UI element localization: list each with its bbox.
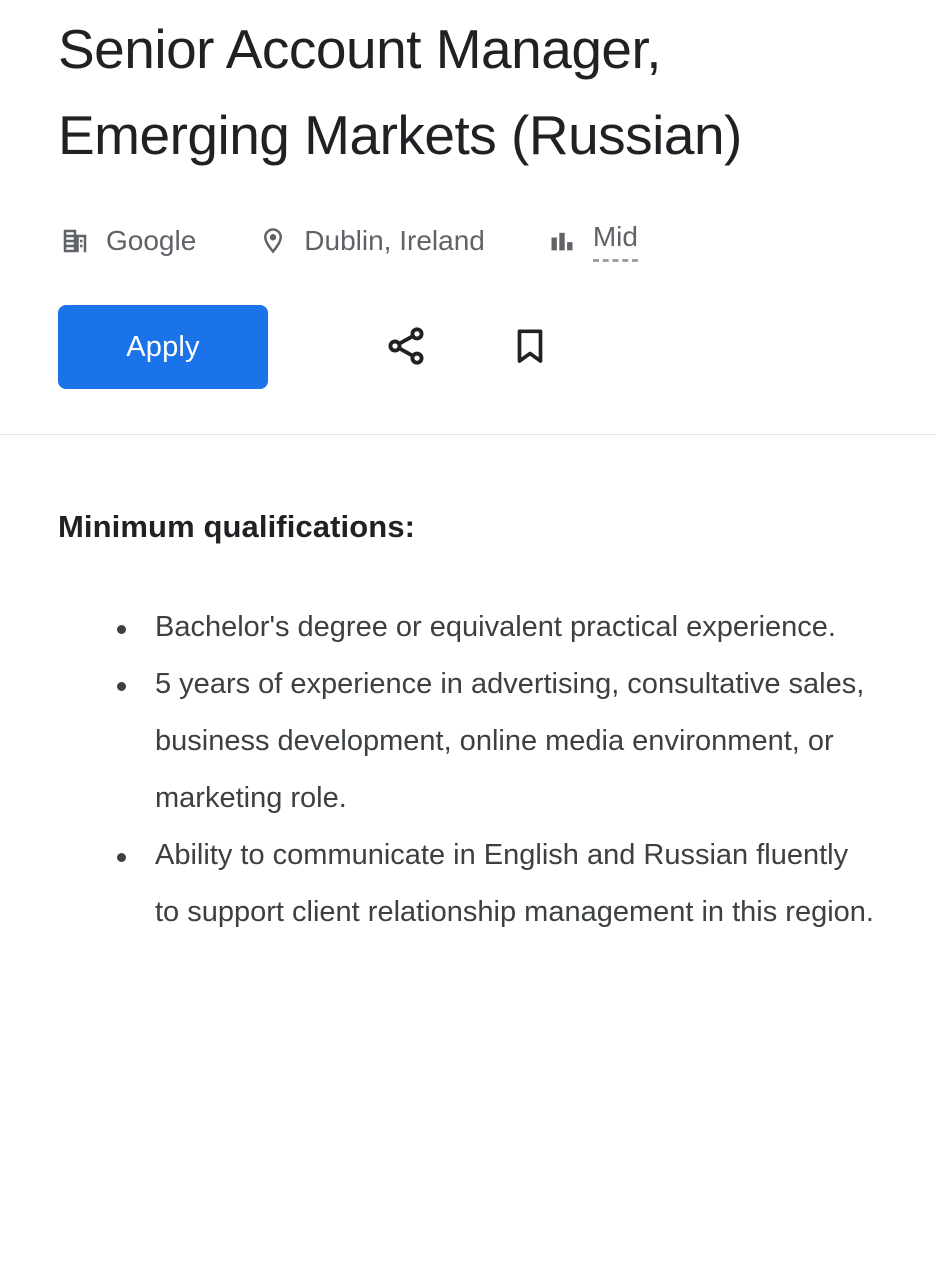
meta-label-seniority[interactable]: Mid <box>592 220 638 262</box>
job-actions-row: Apply <box>58 305 878 389</box>
job-description: Minimum qualifications: Bachelor's degre… <box>0 435 936 941</box>
meta-label-company: Google <box>106 225 197 256</box>
list-item: Ability to communicate in English and Ru… <box>58 827 878 941</box>
list-item: Bachelor's degree or equivalent practica… <box>58 599 878 656</box>
list-item: 5 years of experience in advertising, co… <box>58 656 878 827</box>
share-button[interactable] <box>378 319 434 375</box>
company-building-icon <box>58 224 92 258</box>
meta-item-seniority[interactable]: Mid <box>545 220 638 262</box>
apply-button[interactable]: Apply <box>58 305 268 389</box>
save-job-button[interactable] <box>502 319 558 375</box>
meta-item-company: Google <box>58 220 196 262</box>
bar-chart-icon <box>545 224 579 258</box>
page-title: Senior Account Manager, Emerging Markets… <box>58 18 742 166</box>
meta-item-location: Dublin, Ireland <box>256 220 485 262</box>
job-header: Senior Account Manager, Emerging Markets… <box>0 0 936 389</box>
location-pin-icon <box>256 224 290 258</box>
job-listing-page: Senior Account Manager, Emerging Markets… <box>0 0 936 1280</box>
meta-label-location: Dublin, Ireland <box>304 225 485 256</box>
bookmark-icon <box>509 325 551 370</box>
qualifications-list: Bachelor's degree or equivalent practica… <box>58 599 878 941</box>
job-meta-row: Google Dublin, Ireland Mid <box>58 220 878 262</box>
minimum-qualifications-heading: Minimum qualifications: <box>58 509 416 544</box>
share-icon <box>384 324 428 371</box>
